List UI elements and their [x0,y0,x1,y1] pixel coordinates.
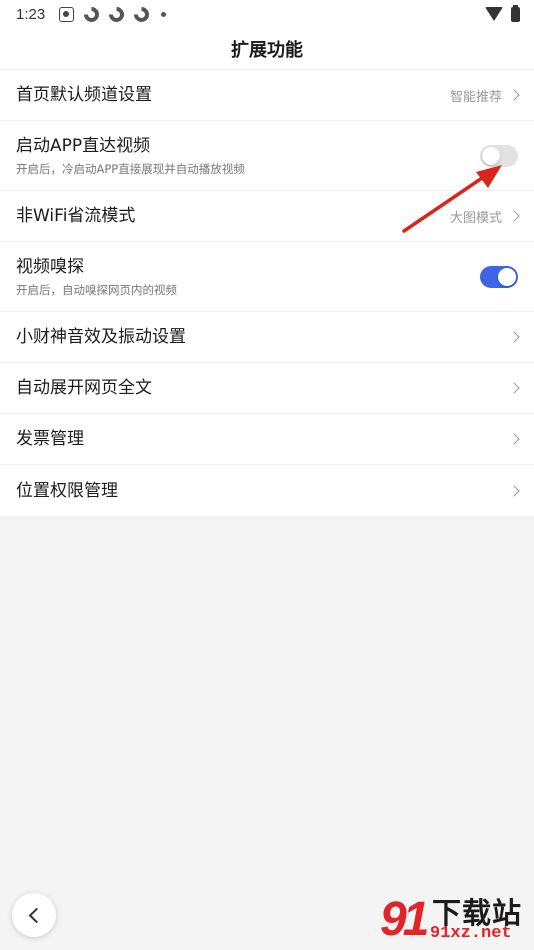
baidu-app-icon [59,6,75,22]
watermark-logo: 91 下载站 91xz.net [380,888,530,946]
battery-icon [511,4,520,22]
setting-value: 智能推荐 [449,89,502,105]
chevron-right-icon [508,382,520,394]
toggle-knob [482,146,500,165]
setting-invoice[interactable]: 发票管理 [0,414,534,465]
sync-ring-icon [131,3,153,25]
setting-subtitle: 开启后，自动嗅探网页内的视频 [16,282,177,297]
status-bar: 1:23 [0,0,534,28]
setting-data-saver[interactable]: 非WiFi省流模式 大图模式 [0,191,534,242]
chevron-right-icon [508,210,520,222]
status-time: 1:23 [16,5,46,23]
sync-ring-icon [81,3,103,25]
title-bar: 扩展功能 [0,28,534,70]
setting-launch-video: 启动APP直达视频 开启后，冷启动APP直接展现并自动播放视频 [0,121,534,191]
back-chevron-icon [28,907,45,923]
toggle-knob [498,267,516,286]
chevron-right-icon [508,433,520,445]
setting-expand-fulltext[interactable]: 自动展开网页全文 [0,363,534,414]
back-button[interactable] [12,893,56,937]
setting-label: 位置权限管理 [16,480,118,501]
chevron-right-icon [508,331,520,343]
setting-value: 大图模式 [449,210,502,226]
setting-location-permission[interactable]: 位置权限管理 [0,465,534,516]
setting-label: 自动展开网页全文 [16,378,152,398]
setting-label: 首页默认频道设置 [16,85,152,105]
setting-label: 启动APP直达视频 [16,135,151,156]
chevron-right-icon [508,89,520,101]
setting-label: 小财神音效及振动设置 [16,327,186,347]
wifi-icon [485,7,503,21]
setting-label: 视频嗅探 [16,256,84,277]
setting-label: 非WiFi省流模式 [16,206,136,226]
launch-video-toggle[interactable] [480,144,518,167]
sync-ring-icon [106,3,128,25]
watermark-url: 91xz.net [430,924,512,943]
watermark-mark: 91 [380,893,429,946]
setting-sound-vibration[interactable]: 小财神音效及振动设置 [0,312,534,363]
notification-dot-icon [161,11,167,17]
page-title: 扩展功能 [231,39,303,61]
setting-home-channel[interactable]: 首页默认频道设置 智能推荐 [0,70,534,121]
setting-subtitle: 开启后，冷启动APP直接展现并自动播放视频 [16,161,245,176]
status-right [485,4,520,22]
setting-video-sniff: 视频嗅探 开启后，自动嗅探网页内的视频 [0,242,534,312]
settings-list: 首页默认频道设置 智能推荐 启动APP直达视频 开启后，冷启动APP直接展现并自… [0,70,534,516]
setting-label: 发票管理 [16,429,84,449]
chevron-right-icon [508,484,520,497]
video-sniff-toggle[interactable] [480,265,518,288]
